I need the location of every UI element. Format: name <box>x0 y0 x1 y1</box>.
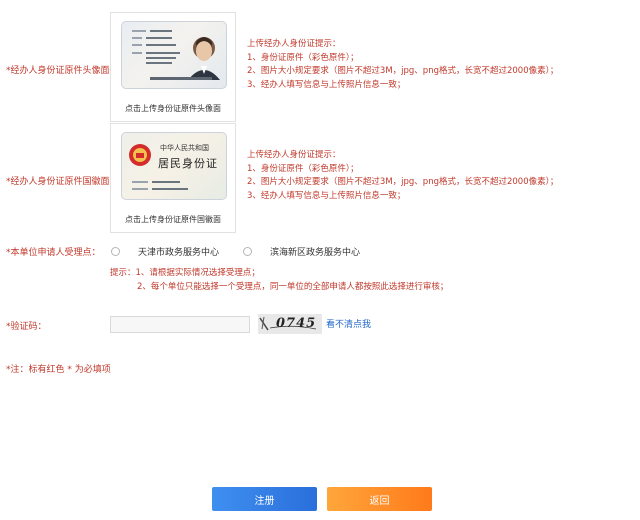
captcha-code: 0745 <box>276 316 317 331</box>
tip-title: 上传经办人身份证提示： <box>247 39 341 49</box>
captcha-refresh-link[interactable]: 看不清点我 <box>326 317 371 330</box>
required-note: *注：标有红色 * 为必填项 <box>6 365 111 375</box>
id-card-back-title-big: 居民身份证 <box>158 157 218 170</box>
site-hint-line1: 提示：1、请根据实际情况选择受理点； <box>110 268 260 278</box>
site-option-tianjin[interactable]: 天津市政务服务中心 <box>138 245 219 258</box>
front-upload-tips: 上传经办人身份证提示： 1、身份证原件（彩色原件）； 2、图片大小规定要求（图片… <box>247 38 558 92</box>
front-id-label: *经办人身份证原件头像面 <box>6 66 110 76</box>
site-label: *本单位申请人受理点： <box>6 248 101 258</box>
front-id-upload[interactable]: 点击上传身份证原件头像面 <box>110 12 236 122</box>
site-hint-line2: 2、每个单位只能选择一个受理点，同一单位的全部申请人都按照此选择进行审核； <box>137 282 449 292</box>
tip-line: 1、身份证原件（彩色原件）； <box>247 163 359 174</box>
site-radio-binhai[interactable] <box>243 247 252 256</box>
back-upload-caption: 点击上传身份证原件国徽面 <box>125 215 221 224</box>
tip-line: 3、经办人填写信息与上传照片信息一致； <box>247 190 406 201</box>
front-upload-caption: 点击上传身份证原件头像面 <box>125 104 221 113</box>
back-upload-tips: 上传经办人身份证提示： 1、身份证原件（彩色原件）； 2、图片大小规定要求（图片… <box>247 149 558 203</box>
captcha-label: *验证码： <box>6 322 47 332</box>
site-option-binhai[interactable]: 滨海新区政务服务中心 <box>270 245 360 258</box>
id-card-front-image <box>121 21 227 89</box>
back-id-label: *经办人身份证原件国徽面 <box>6 177 110 187</box>
id-card-back-image: 中华人民共和国 居民身份证 <box>121 132 227 200</box>
tip-line: 1、身份证原件（彩色原件）； <box>247 52 359 63</box>
site-radio-tianjin[interactable] <box>111 247 120 256</box>
tip-line: 2、图片大小规定要求（图片不超过3M，jpg、png格式，长宽不超过2000像素… <box>247 177 559 187</box>
captcha-image[interactable]: 0745 <box>258 314 322 334</box>
register-button[interactable]: 注册 <box>212 487 317 511</box>
captcha-input[interactable] <box>110 316 250 333</box>
back-button[interactable]: 返回 <box>327 487 432 511</box>
tip-line: 3、经办人填写信息与上传照片信息一致； <box>247 79 406 90</box>
back-id-upload[interactable]: 中华人民共和国 居民身份证 点击上传身份证原件国徽面 <box>110 123 236 233</box>
id-card-back-title-small: 中华人民共和国 <box>160 144 209 152</box>
tip-title: 上传经办人身份证提示： <box>247 150 341 160</box>
tip-line: 2、图片大小规定要求（图片不超过3M，jpg、png格式，长宽不超过2000像素… <box>247 66 559 76</box>
